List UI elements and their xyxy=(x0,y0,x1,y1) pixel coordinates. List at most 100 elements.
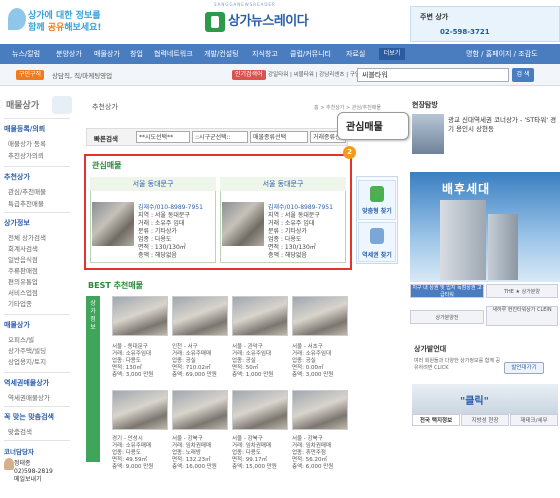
bottom-tab[interactable]: 전국 택지정보 xyxy=(412,414,460,426)
divider xyxy=(4,118,70,119)
forum-desc: 여러 회원들과 다양한 상가정보를 함께 공유하려면 CLICK xyxy=(414,358,501,371)
best-thumb[interactable] xyxy=(232,390,288,430)
nav-right-links[interactable]: 명함 / 홈페이지 / 조감도 xyxy=(466,49,538,59)
search-input-value: 씨블타워 xyxy=(362,71,388,79)
job-ticker[interactable]: 상담직, 직/마케팅영업 xyxy=(52,70,112,80)
sidebar-item[interactable]: 서비스업점 xyxy=(8,287,38,297)
click-banner-text: "클릭" xyxy=(460,396,489,407)
best-item-text[interactable]: 서울 - 동대문구 거래: 소유주임대 업종: 다용도 면적: 130㎡ 층액: 3,0… xyxy=(112,344,153,379)
listing-photo[interactable] xyxy=(92,202,134,246)
sidebar-item[interactable]: 맞춤검색 xyxy=(8,426,32,436)
sidebar-item[interactable]: 회계사검색 xyxy=(8,243,38,253)
region-select[interactable]: **시도선택** xyxy=(136,131,190,143)
forum-button[interactable]: 발언대가기 xyxy=(504,362,544,374)
coordinator-mail-link[interactable]: 메일보내기 xyxy=(14,476,53,484)
sidebar-item[interactable]: 추천상가의뢰 xyxy=(8,150,44,160)
bottom-tab[interactable]: 재테크/세무 xyxy=(510,414,558,426)
banner-tab[interactable]: 상가분양전 xyxy=(410,310,484,324)
district-select[interactable]: ::시구군선택:: xyxy=(192,131,248,143)
sidebar-item[interactable]: 특급추천매물 xyxy=(8,198,44,208)
best-thumb[interactable] xyxy=(112,390,168,430)
nav-item-presale[interactable]: 분양상가 xyxy=(56,49,82,59)
forum-title: 상가발언대 xyxy=(414,345,447,353)
best-thumb[interactable] xyxy=(172,296,228,336)
best-thumb[interactable] xyxy=(232,296,288,336)
slogan-line2: 함께 공유해보세요! xyxy=(28,23,102,33)
section-title-hot: 관심매물 xyxy=(92,161,122,170)
listing-line: 층액 : 해당없음 xyxy=(138,252,177,259)
best-side-label: 상가정보 xyxy=(90,300,96,331)
logo[interactable]: 상가뉴스레이다 xyxy=(228,10,309,29)
nav-item-news[interactable]: 뉴스/칼럼 xyxy=(12,49,40,59)
coordinator-avatar xyxy=(4,458,14,470)
best-item-text[interactable]: 서울 - 관악구 거래: 소유주임대 업종: 공실 면적: 50㎡ 층액: 1,000 … xyxy=(232,344,273,379)
nav-item-partners[interactable]: 협력네트워크 xyxy=(154,49,193,59)
popular-keywords[interactable]: 강일타워 | 씨블타워 | 강남리센츠 | 구인구직 xyxy=(268,70,370,78)
sidebar-item[interactable]: 기타업종 xyxy=(8,298,32,308)
best-thumb[interactable] xyxy=(112,296,168,336)
sidebar-item[interactable]: 일반음식점 xyxy=(8,254,38,264)
nav-item-dev[interactable]: 개발/컨설팅 xyxy=(204,49,239,59)
sidebar-section-listing[interactable]: 매물상가 xyxy=(4,320,30,330)
listing-photo[interactable] xyxy=(222,202,264,246)
sidebar-section-register[interactable]: 매물등록/의뢰 xyxy=(4,124,45,134)
best-item-text[interactable]: 서울 - 강북구 거래: 임차권매매 업종: 다용도 면적: 99.17㎡ 층액: 15… xyxy=(232,436,277,471)
search-button[interactable]: 검 색 xyxy=(512,68,534,82)
best-item-text[interactable]: 서울 - 서초구 거래: 소유주임대 업종: 공실 면적: 0.00㎡ 층액: 3,00… xyxy=(292,344,333,379)
nav-item-archive[interactable]: 자료실 xyxy=(346,49,365,59)
property-type-select[interactable]: 매물종류선택 xyxy=(250,131,308,143)
subway-icon xyxy=(370,228,384,244)
breadcrumb: 홈 > 추천상가 > 관심/추천매물 xyxy=(314,105,382,111)
banner-tab[interactable]: 지구 내 상권 및 입지 독점상권 고급타워 xyxy=(410,284,484,298)
sidebar-title-icon xyxy=(52,96,72,114)
sidebar-item[interactable]: 역세권매물상가 xyxy=(8,392,50,402)
best-thumb[interactable] xyxy=(292,296,348,336)
sidebar-section-station[interactable]: 역세권매물상가 xyxy=(4,378,49,388)
field-visit-desc[interactable]: 광교 신대역세권 코너상가 - 'ST타워' 경기 용인시 상현동 xyxy=(448,116,558,134)
banner-tab[interactable]: 새하루 현진타워상가 CLEIN xyxy=(486,306,558,326)
bottom-tab[interactable]: 지방성 현장 xyxy=(461,414,509,426)
listing-card-region[interactable]: 서울 동대문구 xyxy=(220,177,346,191)
banner-tab[interactable]: THE ★ 상가분양 xyxy=(486,284,558,298)
sidebar-item[interactable]: 편의유통업 xyxy=(8,276,38,286)
nav-item-listing[interactable]: 매물상가 xyxy=(94,49,120,59)
header-slogan: 상가에 대한 정보를 함께 공유해보세요! xyxy=(28,10,118,34)
sidebar-title: 매물상가 xyxy=(6,101,40,111)
coordinator-info: 정태종 02)598-2819 메일보내기 xyxy=(14,460,53,484)
banner-title: 배후세대 xyxy=(442,182,491,196)
listing-line: 층액 : 해당없음 xyxy=(268,252,307,259)
logo-icon[interactable] xyxy=(205,12,225,32)
page-title: 추천상가 xyxy=(92,103,118,111)
nav-item-startup[interactable]: 창업 xyxy=(130,49,143,59)
station-search-label[interactable]: 역세권 찾기 xyxy=(358,250,396,259)
sidebar-item[interactable]: 매물상가 등록 xyxy=(8,138,46,148)
building-icon xyxy=(370,186,384,202)
best-item-text[interactable]: 인천 - 서구 거래: 소유주매매 업종: 공실 면적: 710.02㎡ 층액: 69,… xyxy=(172,344,217,379)
sidebar-item[interactable]: 관심/추천매물 xyxy=(8,186,46,196)
divider xyxy=(4,212,70,213)
best-item-text[interactable]: 경기 - 안성시 거래: 소유주매매 업종: 다용도 면적: 49.59㎡ 층액: 9,… xyxy=(112,436,153,471)
best-thumb[interactable] xyxy=(172,390,228,430)
listing-card-region[interactable]: 서울 동대문구 xyxy=(90,177,216,191)
coordinator-name: 정태종 xyxy=(14,460,31,467)
sidebar-item[interactable]: 주류판매점 xyxy=(8,265,38,275)
sidebar-item[interactable]: 전체 상가검색 xyxy=(8,232,46,242)
best-thumb[interactable] xyxy=(292,390,348,430)
sidebar-item[interactable]: 오피스/빌 xyxy=(8,334,34,344)
sidebar-section-recommend[interactable]: 추천상가 xyxy=(4,172,30,182)
nav-more-button[interactable]: 더보기 xyxy=(379,48,405,60)
job-badge[interactable]: 구인구직 xyxy=(16,70,45,80)
sidebar-item[interactable]: 상업용지/토지 xyxy=(8,356,46,366)
sidebar-section-info[interactable]: 상가정보 xyxy=(4,218,30,228)
nav-item-knowledge[interactable]: 지식창고 xyxy=(252,49,278,59)
coordinator-title: 코너담당자 xyxy=(4,448,34,456)
sidebar-item[interactable]: 상가주택/빌딩 xyxy=(8,345,46,355)
sidebar-section-custom[interactable]: 꼭 맞는 맞춤검색 xyxy=(4,412,54,422)
best-item-text[interactable]: 서울 - 강북구 거래: 임차권매매 업종: 노래방 면적: 132.23㎡ 층액: 1… xyxy=(172,436,217,471)
nav-item-club[interactable]: 클럽/커뮤니티 xyxy=(290,49,331,59)
main-nav: 뉴스/칼럼 분양상가 매물상가 창업 협력네트워크 개발/컨설팅 지식창고 클럽… xyxy=(0,44,560,64)
best-item-text[interactable]: 서울 - 강북구 거래: 임차권매매 업종: 휴먼주점 면적: 56.20㎡ 층액: 6… xyxy=(292,436,333,471)
custom-search-label[interactable]: 맞춤형 찾기 xyxy=(358,206,396,215)
logo-subtitle: SANGGANEWSREADER xyxy=(214,2,276,7)
field-visit-photo[interactable] xyxy=(412,114,444,154)
